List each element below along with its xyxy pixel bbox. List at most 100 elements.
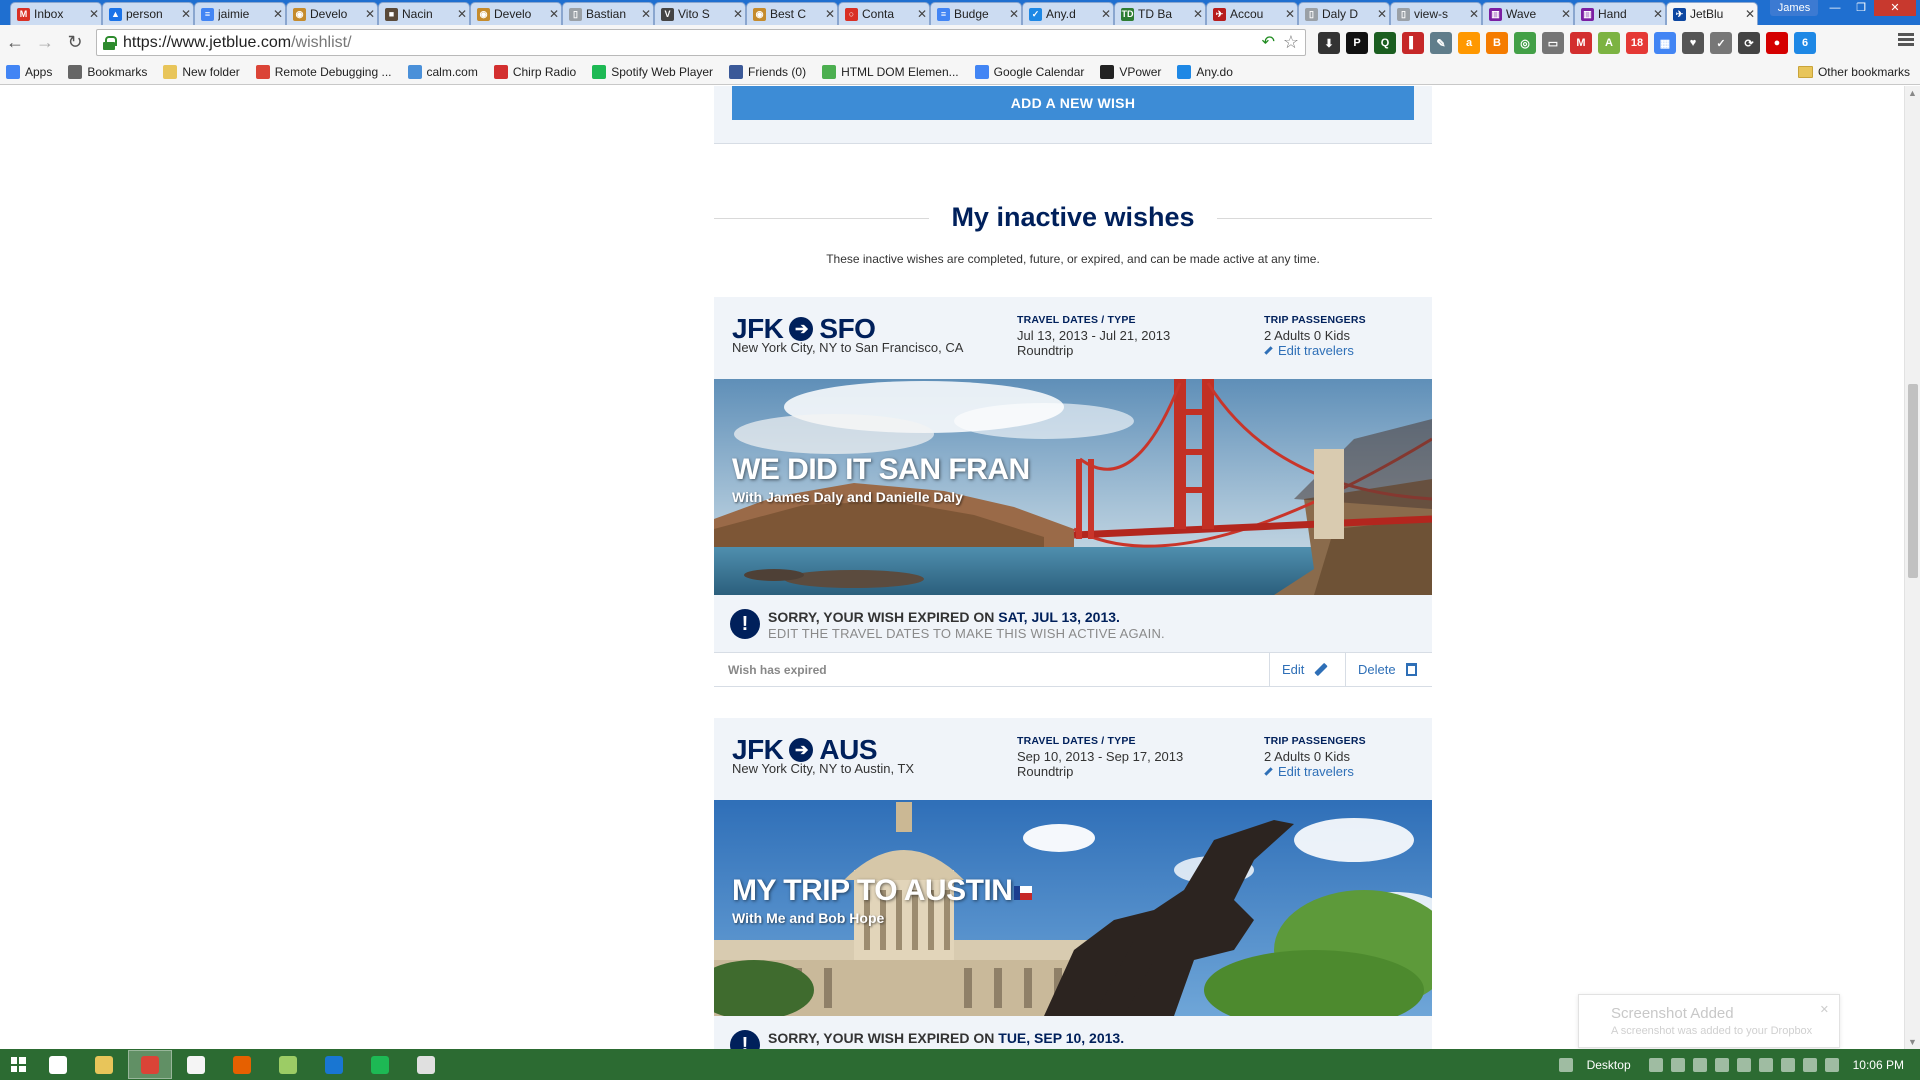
browser-tab[interactable]: M Inbox ✕ (10, 2, 102, 25)
browser-tab[interactable]: ▲ person ✕ (102, 2, 194, 25)
tab-close-icon[interactable]: ✕ (1191, 7, 1205, 21)
pocket-extension-icon[interactable]: ♥ (1682, 32, 1704, 54)
tab-close-icon[interactable]: ✕ (271, 7, 285, 21)
browser-tab[interactable]: ▥ Wave ✕ (1482, 2, 1574, 25)
tray-icon[interactable] (1648, 1057, 1663, 1072)
tab-close-icon[interactable]: ✕ (1375, 7, 1389, 21)
close-icon[interactable]: ✕ (1820, 1003, 1829, 1016)
reload-button[interactable]: ↻ (64, 31, 86, 53)
browser-tab[interactable]: ○ Conta ✕ (838, 2, 930, 25)
tab-close-icon[interactable]: ✕ (1007, 7, 1021, 21)
bookmark-item[interactable]: Spotify Web Player (592, 65, 713, 79)
extension-icon[interactable]: 6 (1794, 32, 1816, 54)
pinterest-extension-icon[interactable]: P (1346, 32, 1368, 54)
gmail-extension-icon[interactable]: M (1570, 32, 1592, 54)
browser-tab[interactable]: ▯ Daly D ✕ (1298, 2, 1390, 25)
delete-wish-button[interactable]: Delete (1345, 653, 1432, 686)
tray-icon[interactable] (1692, 1057, 1707, 1072)
bookmark-item[interactable]: New folder (163, 65, 240, 79)
bookmark-item[interactable]: calm.com (407, 65, 478, 79)
taskbar-app[interactable] (174, 1050, 218, 1079)
bookmark-item[interactable]: Any.do (1177, 65, 1233, 79)
bookmark-item[interactable]: Google Calendar (974, 65, 1084, 79)
tab-close-icon[interactable]: ✕ (1651, 7, 1665, 21)
extension-icon[interactable]: ◎ (1514, 32, 1536, 54)
bookmark-item[interactable]: Chirp Radio (493, 65, 576, 79)
tab-close-icon[interactable]: ✕ (1743, 7, 1757, 21)
browser-tab[interactable]: V Vito S ✕ (654, 2, 746, 25)
browser-tab[interactable]: ▯ view-s ✕ (1390, 2, 1482, 25)
browser-tab[interactable]: ✈ Accou ✕ (1206, 2, 1298, 25)
undo-close-icon[interactable]: ↶ (1262, 32, 1275, 52)
android-extension-icon[interactable]: A (1598, 32, 1620, 54)
edit-travelers-link[interactable]: Edit travelers (1264, 764, 1366, 779)
minimize-button[interactable]: — (1822, 0, 1848, 16)
tab-close-icon[interactable]: ✕ (639, 7, 653, 21)
taskbar-app[interactable] (312, 1050, 356, 1079)
bookmark-item[interactable]: Remote Debugging ... (255, 65, 392, 79)
extension-icon[interactable]: ✎ (1430, 32, 1452, 54)
tab-close-icon[interactable]: ✕ (1467, 7, 1481, 21)
edit-wish-button[interactable]: Edit (1269, 653, 1345, 686)
keyboard-icon[interactable] (1558, 1057, 1573, 1072)
close-window-button[interactable]: ✕ (1874, 0, 1916, 16)
restore-button[interactable]: ❐ (1848, 0, 1874, 16)
extension-icon[interactable]: ▌ (1402, 32, 1424, 54)
browser-tab[interactable]: ◉ Develo ✕ (286, 2, 378, 25)
bookmark-item[interactable]: HTML DOM Elemen... (822, 65, 959, 79)
browser-tab[interactable]: ✈ JetBlu ✕ (1666, 2, 1758, 25)
bookmark-item[interactable]: Apps (6, 65, 52, 79)
bookmark-item[interactable]: VPower (1100, 65, 1161, 79)
tab-close-icon[interactable]: ✕ (1283, 7, 1297, 21)
desktop-toolbar-label[interactable]: Desktop (1587, 1058, 1631, 1072)
bookmark-star-icon[interactable]: ☆ (1283, 32, 1299, 53)
browser-tab[interactable]: ▯ Bastian ✕ (562, 2, 654, 25)
dropbox-icon[interactable] (1780, 1057, 1795, 1072)
amazon-extension-icon[interactable]: a (1458, 32, 1480, 54)
browser-tab[interactable]: ≡ Budge ✕ (930, 2, 1022, 25)
profile-button[interactable]: James (1770, 0, 1818, 16)
extension-icon[interactable]: ▭ (1542, 32, 1564, 54)
screenshot-notification[interactable]: Screenshot Added A screenshot was added … (1578, 994, 1840, 1048)
network-icon[interactable] (1802, 1057, 1817, 1072)
extension-icon[interactable]: 18 (1626, 32, 1648, 54)
browser-tab[interactable]: ◉ Develo ✕ (470, 2, 562, 25)
browser-tab[interactable]: ■ Nacin ✕ (378, 2, 470, 25)
extension-icon[interactable]: ✓ (1710, 32, 1732, 54)
tab-close-icon[interactable]: ✕ (363, 7, 377, 21)
forward-button[interactable]: → (34, 31, 56, 53)
chrome-menu-icon[interactable] (1898, 33, 1914, 49)
edit-travelers-link[interactable]: Edit travelers (1264, 343, 1366, 358)
browser-tab[interactable]: ◉ Best C ✕ (746, 2, 838, 25)
taskbar-app[interactable] (36, 1050, 80, 1079)
taskbar-app[interactable] (404, 1050, 448, 1079)
extension-icon[interactable]: ● (1766, 32, 1788, 54)
add-new-wish-button[interactable]: ADD A NEW WISH (732, 86, 1414, 120)
tab-close-icon[interactable]: ✕ (547, 7, 561, 21)
clock[interactable]: 10:06 PM (1853, 1058, 1904, 1072)
tray-icon[interactable] (1714, 1057, 1729, 1072)
extension-icon[interactable]: Q (1374, 32, 1396, 54)
browser-tab[interactable]: ▥ Hand ✕ (1574, 2, 1666, 25)
tab-close-icon[interactable]: ✕ (1559, 7, 1573, 21)
scroll-up-icon[interactable]: ▲ (1908, 88, 1917, 98)
browser-tab[interactable]: ≡ jaimie ✕ (194, 2, 286, 25)
start-button[interactable] (0, 1049, 36, 1080)
scroll-down-icon[interactable]: ▼ (1908, 1037, 1917, 1047)
volume-icon[interactable] (1824, 1057, 1839, 1072)
extension-icon[interactable]: ⬇ (1318, 32, 1340, 54)
scrollbar-thumb[interactable] (1908, 384, 1918, 578)
extension-icon[interactable]: ▦ (1654, 32, 1676, 54)
bookmark-item[interactable]: Bookmarks (68, 65, 147, 79)
tab-close-icon[interactable]: ✕ (1099, 7, 1113, 21)
tab-close-icon[interactable]: ✕ (731, 7, 745, 21)
page-scrollbar[interactable]: ▲ ▼ (1904, 86, 1920, 1049)
tab-close-icon[interactable]: ✕ (915, 7, 929, 21)
tray-icon[interactable] (1758, 1057, 1773, 1072)
taskbar-app[interactable] (358, 1050, 402, 1079)
blogger-extension-icon[interactable]: B (1486, 32, 1508, 54)
taskbar-app[interactable] (128, 1050, 172, 1079)
extension-icon[interactable]: ⟳ (1738, 32, 1760, 54)
taskbar-app[interactable] (266, 1050, 310, 1079)
tab-close-icon[interactable]: ✕ (87, 7, 101, 21)
